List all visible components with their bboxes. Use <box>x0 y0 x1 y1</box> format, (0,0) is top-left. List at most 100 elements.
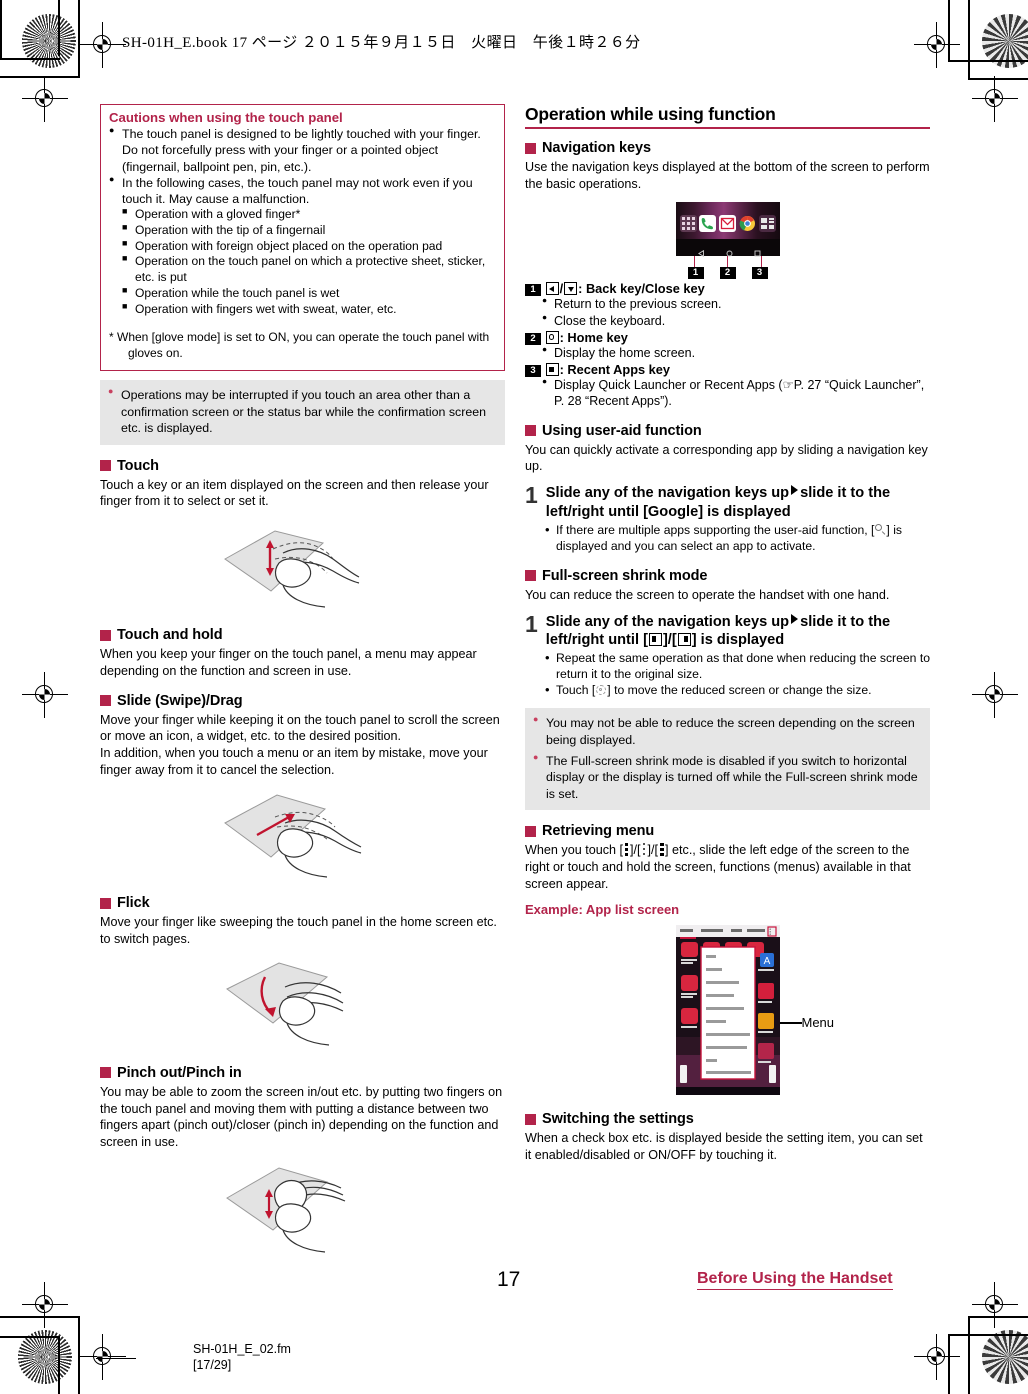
figure-pinch <box>100 1160 505 1255</box>
dock-icon-row <box>679 211 776 235</box>
cautions-bullet-list: The touch panel is designed to be lightl… <box>109 125 496 208</box>
heading-navigation-keys: Navigation keys <box>525 140 930 156</box>
title-rule <box>525 127 930 129</box>
hand-slide-illustration <box>223 794 361 879</box>
red-square-bullet-icon <box>100 1067 111 1079</box>
callout-number-2: 2 <box>525 332 541 345</box>
gear-icon <box>595 684 607 696</box>
heading-label: Flick <box>117 895 150 912</box>
step-text-part-a: Slide any of the navigation keys up <box>545 485 790 502</box>
list-item: Operations may be interrupted if you tou… <box>108 386 496 436</box>
arrow-icon <box>791 613 799 624</box>
hand-flick-illustration <box>225 962 343 1046</box>
body-user-aid: You can quickly activate a corresponding… <box>525 442 928 474</box>
body-touch: Touch a key or an item displayed on the … <box>100 477 489 509</box>
page-content: Cautions when using the touch panel The … <box>0 0 1028 1394</box>
shrink-right-glyph-icon <box>677 633 691 647</box>
list-item: Display Quick Launcher or Recent Apps (☞… <box>542 376 930 410</box>
apps-widget-icon <box>758 214 776 232</box>
key-definition-back: 1 /: Back key/Close key <box>525 281 930 297</box>
callout-number-1: 1 <box>687 267 704 280</box>
heading-label: Full-screen shrink mode <box>542 567 708 584</box>
key-definitions: 1 /: Back key/Close key Return to the pr… <box>525 281 930 409</box>
step-number: 1 <box>525 610 538 637</box>
body-part-a: When you touch [ <box>525 843 624 858</box>
callout-number-1: 1 <box>525 284 541 297</box>
app-list-screenshot-svg: A <box>675 925 780 1096</box>
body-switching-settings: When a check box etc. is displayed besid… <box>525 1131 923 1163</box>
body-touch-and-hold: When you keep your finger on the touch p… <box>100 647 477 678</box>
step-text-part-b: slide it to <box>800 613 865 630</box>
list-item: The touch panel is designed to be lightl… <box>109 125 496 175</box>
step-text-part-e: ] is displayed <box>691 632 785 649</box>
home-key-bullets: Display the home screen. <box>525 344 930 361</box>
red-square-bullet-icon <box>525 425 536 437</box>
red-square-bullet-icon <box>525 142 536 154</box>
step-user-aid: 1 Slide any of the navigation keys up sli… <box>525 484 930 521</box>
list-item: Operation on the touch panel on which a … <box>122 253 496 285</box>
note-box-interrupted: Operations may be interrupted if you tou… <box>100 380 505 445</box>
callout-number-3: 3 <box>525 365 541 378</box>
shrink-mode-sub-bullets: Repeat the same operation as that done w… <box>525 649 930 699</box>
heading-shrink-mode: Full-screen shrink mode <box>525 568 930 584</box>
body-part-c: ]/[ <box>647 843 659 858</box>
menu-callout-leader-line <box>779 1022 802 1024</box>
source-file-name: SH-01H_E_02.fm <box>193 1342 291 1356</box>
heading-user-aid: Using user-aid function <box>525 423 930 439</box>
figure-navigation-keys: 1 2 3 <box>675 202 780 280</box>
red-square-bullet-icon <box>525 1113 536 1125</box>
recent-apps-key-icon <box>754 244 761 257</box>
overflow-menu-small-dots-icon <box>641 843 648 856</box>
key-definition-label: : Back key/Close key <box>578 281 705 297</box>
page-number: 17 <box>497 1268 521 1291</box>
list-item: Close the keyboard. <box>542 312 930 329</box>
svg-text:A: A <box>763 956 770 967</box>
list-item: Operation while the touch panel is wet <box>122 285 496 302</box>
callout-leader-lines <box>676 256 780 268</box>
recent-apps-key-glyph-icon <box>545 363 559 377</box>
red-square-bullet-icon <box>525 570 536 582</box>
body-part-b: ]/[ <box>630 843 641 858</box>
phone-icon <box>699 214 717 232</box>
red-square-bullet-icon <box>100 460 111 472</box>
step-text-part-a: Slide any of the navigation keys up <box>545 613 790 630</box>
body-shrink-mode: You can reduce the screen to operate the… <box>525 587 890 602</box>
heading-label: Using user-aid function <box>542 422 702 439</box>
app-list-screenshot: A <box>675 925 780 1096</box>
hand-pinch-illustration <box>225 1167 345 1253</box>
heading-label: Slide (Swipe)/Drag <box>117 692 243 709</box>
overflow-menu-bars-icon <box>658 843 665 857</box>
list-item: In the following cases, the touch panel … <box>109 174 496 208</box>
user-aid-sub-bullets: If there are multiple apps supporting th… <box>525 521 930 555</box>
home-key-glyph-icon <box>545 330 559 344</box>
list-item: Touch [] to move the reduced screen or c… <box>545 681 930 699</box>
phone-home-screen-image <box>675 202 780 258</box>
source-file-page: [17/29] <box>193 1357 232 1372</box>
example-label: Example: App list screen <box>525 902 680 918</box>
heading-touch: Touch <box>100 458 505 474</box>
cautions-footnote: * When [glove mode] is set to ON, you ca… <box>109 330 490 360</box>
right-column: Operation while using function Navigatio… <box>525 104 930 1166</box>
menu-callout-label: Menu <box>801 1015 835 1031</box>
arrow-icon <box>791 485 799 496</box>
sub-bullet-part-b: ] to move the reduced screen or change t… <box>607 683 872 698</box>
callout-number-3: 3 <box>751 267 768 280</box>
heading-label: Touch <box>117 457 159 474</box>
list-item: Repeat the same operation as that done w… <box>545 649 930 683</box>
red-square-bullet-icon <box>100 695 111 707</box>
step-text: Slide any of the navigation keys up slide… <box>546 484 930 521</box>
red-square-bullet-icon <box>100 897 111 909</box>
body-flick: Move your finger like sweeping the touch… <box>100 915 497 947</box>
left-column: Cautions when using the touch panel The … <box>100 104 505 1259</box>
figure-slide <box>100 787 505 882</box>
list-item: Operation with a gloved finger* <box>122 206 496 223</box>
body-pinch: You may be able to zoom the screen in/ou… <box>100 1084 503 1150</box>
back-key-glyph-icon <box>545 282 559 296</box>
leader-line <box>727 256 728 268</box>
step-number: 1 <box>525 482 538 509</box>
leader-line <box>693 256 695 268</box>
figure-touch <box>100 519 505 614</box>
heading-switching-settings: Switching the settings <box>525 1111 930 1127</box>
heading-label: Navigation keys <box>542 140 651 156</box>
note-box-shrink-mode: You may not be able to reduce the screen… <box>525 708 930 811</box>
